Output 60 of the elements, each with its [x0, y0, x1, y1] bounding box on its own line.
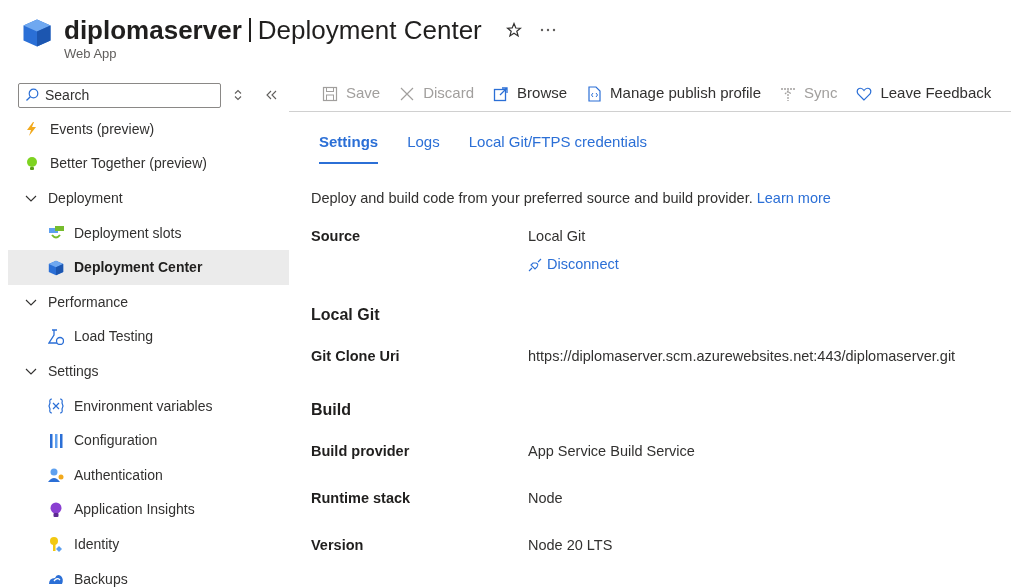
menu-item-icon	[24, 155, 40, 172]
more-icon	[539, 28, 556, 32]
section-heading: Local Git	[311, 305, 381, 326]
field-label: Build provider	[311, 442, 411, 462]
plug-icon	[528, 257, 542, 272]
sidebar-item[interactable]: Deployment slots	[8, 215, 289, 251]
collapse-button[interactable]	[265, 90, 277, 100]
star-icon	[505, 22, 522, 38]
sync-icon	[780, 85, 797, 102]
resource-name: diplomaserver	[64, 14, 242, 46]
sidebar-item[interactable]: Application Insights	[8, 492, 289, 528]
search-icon	[25, 87, 39, 102]
document-code-icon	[586, 85, 603, 102]
field-label: Version	[311, 536, 365, 556]
menu-item-icon	[48, 467, 64, 484]
sort-icon	[233, 89, 243, 101]
search-field[interactable]: Search	[18, 82, 221, 108]
menu-item-icon	[48, 328, 64, 345]
sidebar-item[interactable]: Load Testing	[8, 319, 289, 355]
sidebar-item[interactable]: Identity	[8, 527, 289, 562]
sidebar-item[interactable]: Environment variables	[8, 388, 289, 424]
sidebar-item[interactable]: Deployment Center	[8, 250, 289, 285]
description-text: Deploy and build code from your preferred source and build provider. Learn more	[311, 188, 832, 208]
field-value: https://diplomaserver.scm.azurewebsites.net:443/diplomaserver.git	[528, 347, 956, 367]
field-value: App Service Build Service	[528, 442, 695, 462]
resource-type: Web App	[64, 46, 118, 62]
save-icon	[322, 85, 338, 102]
field-value: Node 20 LTS	[528, 536, 613, 556]
menu-item-icon	[48, 398, 64, 415]
double-chevron-icon	[265, 90, 277, 100]
field-label: Runtime stack	[311, 489, 412, 509]
toolbar-button[interactable]: Manage publish profile	[586, 82, 762, 105]
sidebar-group[interactable]: Deployment	[0, 181, 289, 216]
close-icon	[399, 85, 416, 102]
disconnect-link[interactable]: Disconnect	[528, 254, 619, 276]
field-value: Local Git	[528, 227, 587, 247]
learn-more-link[interactable]: Learn more	[756, 189, 831, 206]
sidebar-item[interactable]: Better Together (preview)	[0, 146, 289, 182]
menu-item-icon	[48, 432, 64, 449]
tab[interactable]: Logs	[407, 131, 440, 164]
menu-item-icon	[48, 259, 64, 276]
field-label: Source	[311, 227, 362, 247]
tab[interactable]: Settings	[319, 131, 379, 164]
menu-item-icon	[48, 501, 64, 518]
section-heading: Build	[311, 400, 352, 421]
sidebar-item[interactable]: Events (preview)	[0, 112, 289, 147]
sidebar-group[interactable]: Performance	[0, 284, 289, 320]
page-title: Deployment Center	[257, 14, 482, 46]
toolbar-button[interactable]: Browse	[493, 82, 568, 105]
external-link-icon	[493, 85, 510, 102]
toolbar-button[interactable]: Leave Feedback	[856, 82, 992, 105]
sidebar-item[interactable]: Backups	[8, 561, 289, 587]
sidebar-item[interactable]: Authentication	[8, 457, 289, 493]
field-label: Git Clone Uri	[311, 347, 401, 367]
field-value: Node	[528, 489, 563, 509]
tab[interactable]: Local Git/FTPS credentials	[468, 131, 648, 164]
heart-icon	[856, 85, 873, 102]
sidebar-item[interactable]: Configuration	[8, 423, 289, 458]
sidebar-group[interactable]: Settings	[0, 354, 289, 389]
menu-item-icon	[48, 536, 64, 553]
